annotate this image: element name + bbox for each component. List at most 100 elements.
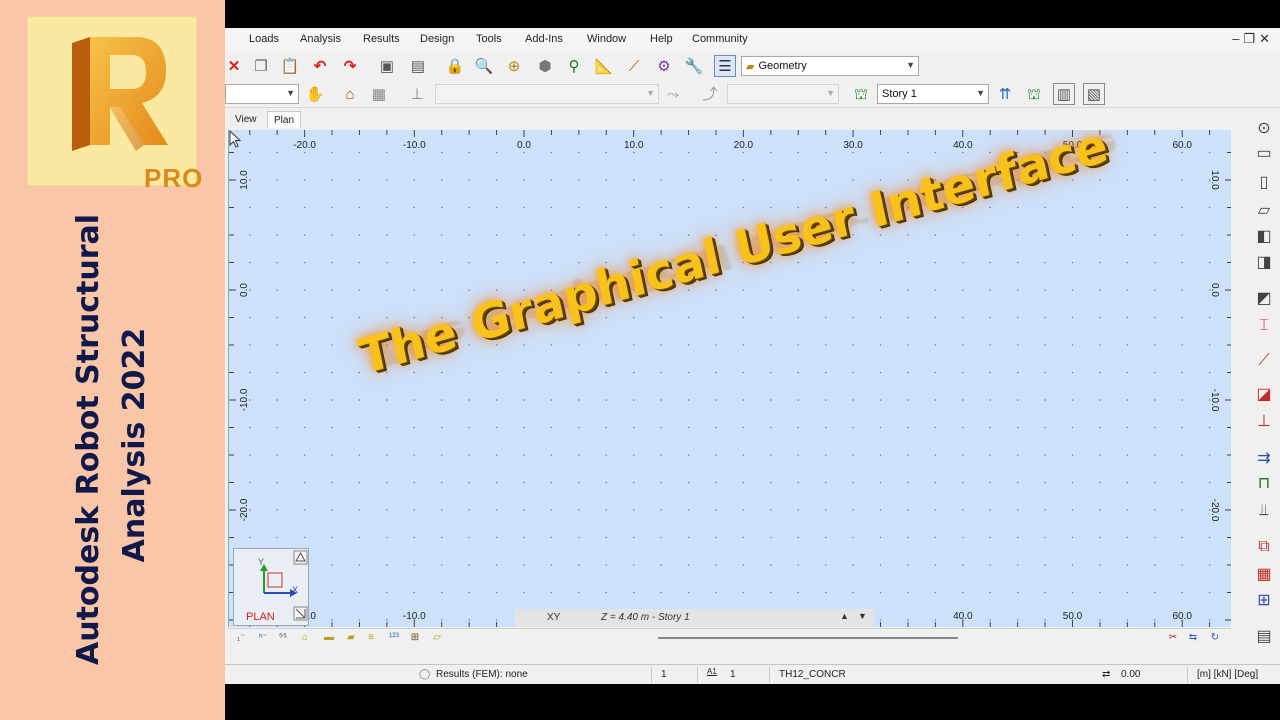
grid-dot (386, 234, 388, 236)
query-icon[interactable]: ✋ (304, 83, 326, 105)
redo-icon[interactable]: ↷ (339, 55, 361, 77)
menu-tools[interactable]: Tools (476, 33, 502, 45)
axis-y-label: Y (258, 557, 265, 567)
menu-window[interactable]: Window (587, 33, 626, 45)
section-icon[interactable]: ⟋ (623, 55, 645, 77)
robot-app-window: Loads Analysis Results Design Tools Add-… (225, 28, 1280, 684)
thickness-icon[interactable]: ◪ (1252, 384, 1276, 406)
menu-analysis[interactable]: Analysis (300, 33, 341, 45)
menu-design[interactable]: Design (420, 33, 454, 45)
material-icon[interactable]: ⟋ (1252, 350, 1276, 372)
menu-results[interactable]: Results (363, 33, 400, 45)
load-define-icon[interactable]: ⫫ (1252, 500, 1276, 522)
grid-dot (578, 179, 580, 181)
calculation-icon[interactable]: ⧉ (1252, 536, 1276, 558)
grid-display-icon[interactable]: ⊞ (406, 631, 424, 645)
lock-icon[interactable]: 🔒 (444, 55, 466, 77)
releases-display-icon[interactable]: ≡ (362, 631, 380, 645)
tab-view[interactable]: View (229, 111, 263, 128)
cases-combo[interactable]: ▼ (435, 84, 659, 104)
units-status[interactable]: [m] [kN] [Deg] (1197, 669, 1258, 680)
view-3d-icon[interactable]: ⬢ (534, 55, 556, 77)
report-icon[interactable]: ▤ (1252, 626, 1276, 648)
case-next-icon[interactable]: ⤴ (699, 83, 721, 105)
menu-add-ins[interactable]: Add-Ins (525, 33, 563, 45)
node-numbers-icon[interactable]: ₁⁻ (232, 631, 250, 645)
zoom-icon[interactable]: 🔍 (473, 55, 495, 77)
close-icon[interactable]: ✕ (1259, 31, 1274, 46)
grid-dot (413, 261, 416, 264)
loads-display-icon[interactable]: ▰ (342, 631, 360, 645)
refresh-display-icon[interactable]: ↻ (1206, 631, 1224, 645)
mode-combo[interactable]: ▼ (727, 84, 839, 104)
results-table-icon[interactable]: ⊞ (1252, 590, 1276, 612)
menu-community[interactable]: Community (692, 33, 748, 45)
copy-icon[interactable]: ❐ (250, 55, 272, 77)
menu-loads[interactable]: Loads (249, 33, 279, 45)
menu-help[interactable]: Help (650, 33, 673, 45)
section-profile-icon[interactable]: ⌶ (1252, 315, 1276, 337)
support-define-icon[interactable]: ⊥ (1252, 411, 1276, 433)
beam-icon[interactable]: ▭ (1252, 143, 1276, 165)
plan-view-canvas[interactable]: -20.0 -10.0 0.0 10.0 20.0 30.0 40.0 50.0 60.0 -20… (228, 130, 1231, 627)
node-icon[interactable]: ⊙ (1252, 118, 1276, 140)
structure-icon[interactable]: ▦ (368, 83, 390, 105)
release-icon[interactable]: ⇉ (1252, 448, 1276, 470)
grid-dot (1016, 289, 1019, 291)
paste-icon[interactable]: 📋 (279, 55, 301, 77)
table-icon[interactable]: ▤ (407, 55, 429, 77)
horizontal-scrollbar[interactable] (658, 637, 958, 639)
selection-combo[interactable]: ▼ (225, 84, 299, 104)
grid-dot (440, 509, 443, 511)
x-tick-label: 40.0 (953, 611, 973, 622)
level-down-icon[interactable]: ▼ (858, 611, 867, 621)
column-icon[interactable]: ▯ (1252, 172, 1276, 194)
layout-combo[interactable]: ▰ Geometry ▼ (741, 56, 919, 76)
grid-dot (852, 151, 854, 154)
fill-display-icon[interactable]: ▱ (428, 631, 446, 645)
level-up-icon[interactable]: ▲ (840, 611, 849, 621)
layout-list-icon[interactable]: ☰ (714, 55, 736, 77)
select-icon[interactable]: ⚲ (563, 55, 585, 77)
view-plan-icon[interactable]: ▥ (1053, 83, 1075, 105)
results-diagram-icon[interactable]: ▦ (1252, 564, 1276, 586)
story-up-icon[interactable]: ⇈ (994, 83, 1016, 105)
delete-icon[interactable]: ✕ (223, 55, 245, 77)
supports-display-icon[interactable]: ⌂ (296, 631, 314, 645)
undo-icon[interactable]: ↶ (309, 55, 331, 77)
panel-icon[interactable]: ◨ (1252, 252, 1276, 274)
grid-dot (632, 591, 635, 594)
panel-numbers-icon[interactable]: ⁵⁵ (274, 631, 292, 645)
hide-icon[interactable]: ✂ (1164, 631, 1182, 645)
grid-dot (852, 371, 854, 374)
grid-dot (660, 371, 662, 374)
case-prev-icon[interactable]: ⤳ (662, 83, 684, 105)
story-query-icon[interactable]: ⛫ (1023, 83, 1045, 105)
slab-icon[interactable]: ▱ (1252, 200, 1276, 222)
properties-icon[interactable]: ⚙ (653, 55, 675, 77)
wrench-icon[interactable]: 🔧 (683, 55, 705, 77)
story-combo[interactable]: Story 1 ▼ (877, 84, 989, 104)
bar-numbers-icon[interactable]: ⁿ⁻ (254, 631, 272, 645)
chevron-down-icon: ▼ (646, 88, 655, 98)
sections-display-icon[interactable]: ▬ (320, 631, 338, 645)
measure-icon[interactable]: 📐 (593, 55, 615, 77)
grid-dot (605, 261, 608, 264)
offset-icon[interactable]: ⊓ (1252, 473, 1276, 495)
grid-dot (468, 344, 470, 346)
numbering-icon[interactable]: ¹²³ (385, 631, 403, 645)
grid-dot (1099, 261, 1101, 264)
zoom-window-icon[interactable]: ⊕ (503, 55, 525, 77)
display-icon[interactable]: ▣ (376, 55, 398, 77)
grid-dot (879, 316, 882, 319)
view-elevation-icon[interactable]: ▧ (1083, 83, 1105, 105)
restore-icon[interactable]: ❐ (1243, 31, 1259, 46)
minimize-icon[interactable]: – (1232, 31, 1243, 46)
story-manager-icon[interactable]: ⛫ (850, 83, 872, 105)
links-display-icon[interactable]: ⇆ (1184, 631, 1202, 645)
wall-icon[interactable]: ◧ (1252, 226, 1276, 248)
supports-icon[interactable]: ⊥ (406, 83, 428, 105)
tab-plan[interactable]: Plan (267, 111, 302, 128)
solid-icon[interactable]: ◩ (1252, 288, 1276, 310)
frame-icon[interactable]: ⌂ (339, 83, 361, 105)
